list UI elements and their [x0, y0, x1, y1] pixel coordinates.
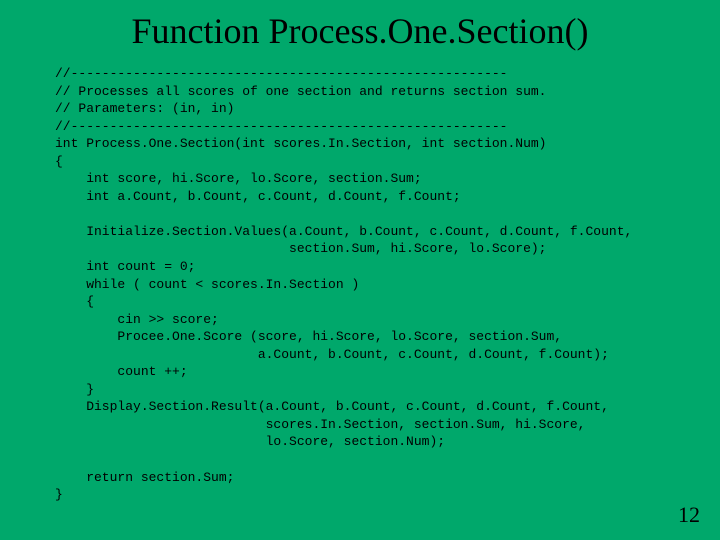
slide-title: Function Process.One.Section()	[0, 10, 720, 52]
page-number: 12	[678, 502, 700, 528]
code-block: //--------------------------------------…	[55, 65, 675, 504]
slide: Function Process.One.Section() //-------…	[0, 0, 720, 540]
